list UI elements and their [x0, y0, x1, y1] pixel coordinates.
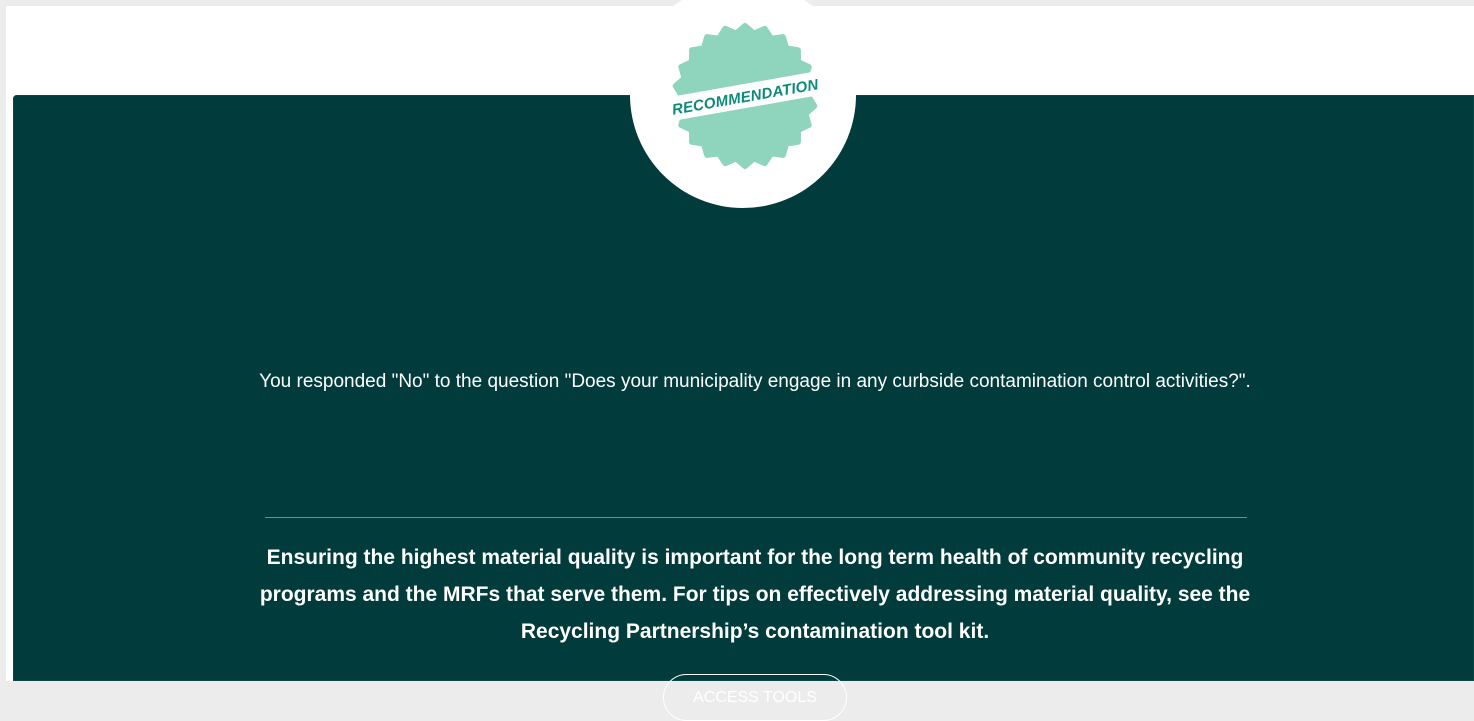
seal-badge-icon: RECOMMENDATION [663, 23, 827, 169]
question-text: You responded "No" to the question "Does… [259, 371, 1251, 392]
page: You responded "No" to the question "Does… [0, 0, 1474, 721]
recommendation-text: Ensuring the highest material quality is… [259, 546, 1251, 643]
access-tools-button[interactable]: ACCESS TOOLS [663, 674, 847, 721]
divider [265, 517, 1247, 518]
